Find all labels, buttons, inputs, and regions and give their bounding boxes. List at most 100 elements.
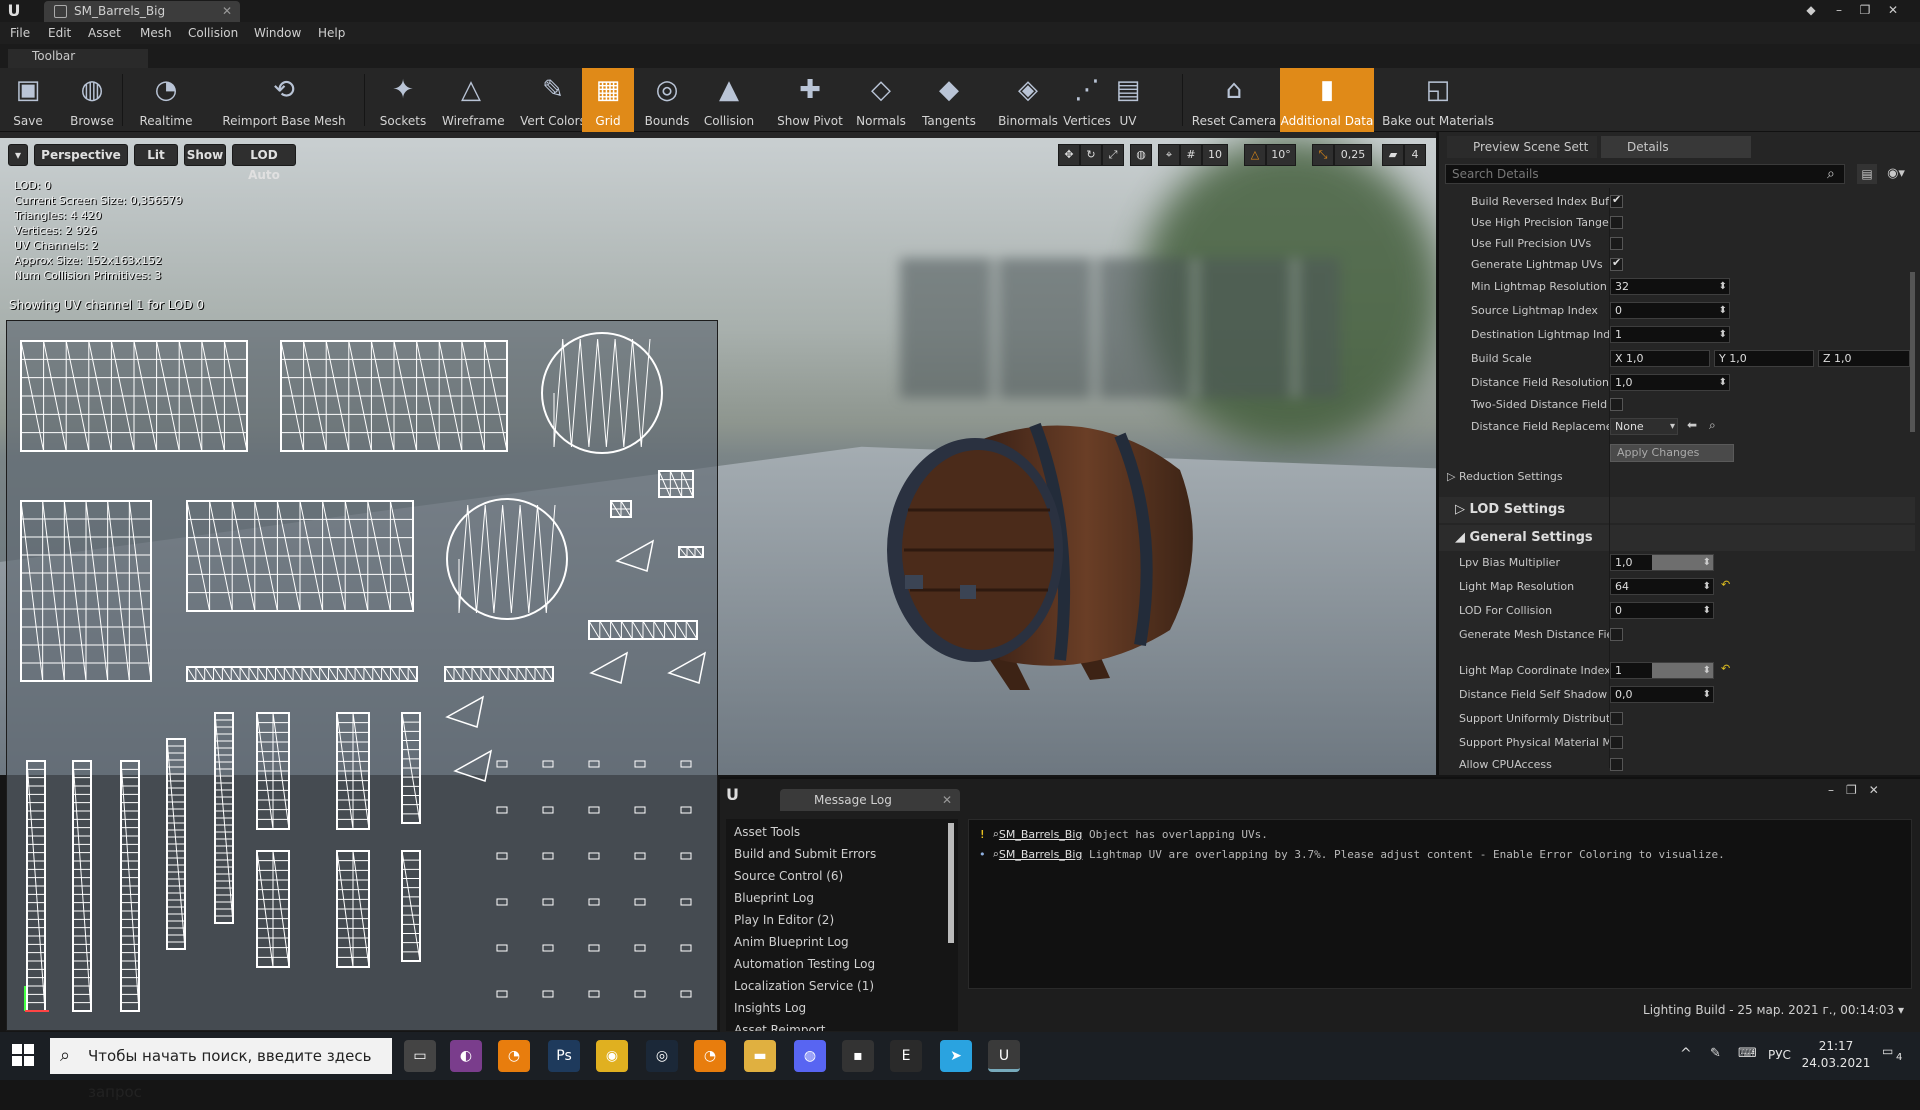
toolbar-show-pivot-button[interactable]: ✚ Show Pivot xyxy=(768,68,852,132)
epic-games-icon[interactable]: E xyxy=(890,1040,922,1072)
log-category-item[interactable]: Build and Submit Errors xyxy=(734,847,876,861)
steam-icon[interactable]: ◎ xyxy=(646,1040,678,1072)
log-category-item[interactable]: Source Control (6) xyxy=(734,869,843,883)
rotate-icon[interactable]: ↻ xyxy=(1080,144,1102,166)
pen-icon[interactable]: ✎ xyxy=(1710,1046,1721,1061)
lod-button[interactable]: LOD Auto xyxy=(232,144,296,182)
unreal-icon[interactable]: U xyxy=(988,1040,1020,1072)
details-search-input[interactable]: Search Details xyxy=(1445,164,1845,184)
log-category-item[interactable]: Blueprint Log xyxy=(734,891,814,905)
category-scrollbar[interactable] xyxy=(948,823,954,943)
document-tab[interactable]: SM_Barrels_Big ✕ xyxy=(44,1,240,22)
show-button[interactable]: Show xyxy=(184,144,226,166)
toolbar-additional-data-button[interactable]: ▮ Additional Data xyxy=(1280,68,1374,132)
menu-file[interactable]: File xyxy=(10,26,30,40)
apply-changes-button[interactable]: Apply Changes xyxy=(1610,444,1734,462)
windows-start-icon[interactable] xyxy=(12,1044,34,1066)
property-checkbox[interactable] xyxy=(1610,712,1623,725)
toolbar-reset-camera-button[interactable]: ⌂ Reset Camera xyxy=(1190,68,1278,132)
toolbar-realtime-button[interactable]: ◔ Realtime xyxy=(134,68,198,132)
menu-help[interactable]: Help xyxy=(318,26,345,40)
log-category-item[interactable]: Asset Reimport xyxy=(734,1023,825,1031)
general-settings-section[interactable]: ◢ General Settings xyxy=(1439,525,1915,551)
toolbar-sockets-button[interactable]: ✦ Sockets xyxy=(374,68,432,132)
property-checkbox[interactable] xyxy=(1610,736,1623,749)
blender-icon[interactable]: ◔ xyxy=(498,1040,530,1072)
menu-asset[interactable]: Asset xyxy=(88,26,121,40)
property-checkbox[interactable] xyxy=(1610,237,1623,250)
property-checkbox[interactable] xyxy=(1610,193,1623,208)
reset-to-default-icon[interactable]: ↶ xyxy=(1721,662,1730,675)
toolbar-normals-button[interactable]: ◇ Normals xyxy=(854,68,908,132)
log-category-item[interactable]: Anim Blueprint Log xyxy=(734,935,849,949)
lit-button[interactable]: Lit xyxy=(134,144,178,166)
chevron-up-icon[interactable]: ^ xyxy=(1680,1046,1692,1062)
property-checkbox[interactable] xyxy=(1610,216,1623,229)
scale-snap-value[interactable]: 0,25 xyxy=(1334,144,1372,166)
toolbar-save-button[interactable]: ▣ Save xyxy=(6,68,50,132)
property-checkbox[interactable] xyxy=(1610,758,1623,771)
panel-window-buttons[interactable]: –❐✕ xyxy=(1828,783,1908,797)
close-icon[interactable]: ✕ xyxy=(942,789,952,811)
toolbar-uv-button[interactable]: ▤ UV xyxy=(1104,68,1152,132)
surface-snap-icon[interactable]: ⌖ xyxy=(1158,144,1180,166)
message-log-tab[interactable]: Message Log ✕ xyxy=(780,789,960,811)
grid-snap-icon[interactable]: # xyxy=(1180,144,1202,166)
toolbar-binormals-button[interactable]: ◈ Binormals xyxy=(994,68,1062,132)
property-number-input[interactable]: 1 ⬍ xyxy=(1610,326,1730,343)
camera-speed-value[interactable]: 4 xyxy=(1404,144,1426,166)
log-filter-dropdown[interactable]: Lighting Build - 25 мар. 2021 г., 00:14:… xyxy=(1643,1003,1904,1017)
toolbar-browse-button[interactable]: ◍ Browse xyxy=(64,68,120,132)
browse-icon[interactable]: ⌕ xyxy=(1709,418,1716,433)
camera-speed-icon[interactable]: ▰ xyxy=(1382,144,1404,166)
property-checkbox[interactable] xyxy=(1610,398,1623,411)
property-checkbox[interactable] xyxy=(1610,256,1623,271)
chrome-icon[interactable]: ◉ xyxy=(596,1040,628,1072)
notification-icon[interactable]: ◆ xyxy=(1802,2,1820,18)
minimize-button[interactable]: – xyxy=(1830,2,1848,18)
taskbar-search-input[interactable]: ⌕ Чтобы начать поиск, введите здесь запр… xyxy=(50,1038,392,1101)
toolbar-wireframe-button[interactable]: △ Wireframe xyxy=(442,68,505,132)
eye-icon[interactable]: ◉▾ xyxy=(1881,164,1911,184)
log-category-item[interactable]: Insights Log xyxy=(734,1001,806,1015)
view-options-icon[interactable]: ▤ xyxy=(1857,164,1877,184)
build-scale-y-input[interactable]: Y 1,0 xyxy=(1714,350,1814,367)
keyboard-icon[interactable]: ⌨ xyxy=(1738,1046,1757,1061)
property-number-input[interactable]: 0 ⬍ xyxy=(1610,302,1730,319)
viewport-options-button[interactable]: ▾ xyxy=(8,144,28,166)
close-window-button[interactable]: ✕ xyxy=(1884,2,1902,18)
property-number-input[interactable]: 1,0 ⬍ xyxy=(1610,374,1730,391)
terminal-icon[interactable]: ▪ xyxy=(842,1040,874,1072)
toolbar-grid-button[interactable]: ▦ Grid xyxy=(582,68,634,132)
tab-details[interactable]: Details xyxy=(1601,136,1751,158)
reset-to-default-icon[interactable]: ↶ xyxy=(1721,578,1730,591)
property-slider[interactable]: 1 ⬍ xyxy=(1610,662,1714,679)
toolbar-tangents-button[interactable]: ◆ Tangents xyxy=(916,68,982,132)
maximize-button[interactable]: ❐ xyxy=(1856,2,1874,18)
build-scale-x-input[interactable]: X 1,0 xyxy=(1610,350,1710,367)
toolbar-bake-out-materials-button[interactable]: ◱ Bake out Materials xyxy=(1378,68,1498,132)
toolbar-reimport-base-mesh-button[interactable]: ⟲ Reimport Base Mesh xyxy=(204,68,364,132)
coordinate-space-icon[interactable]: ◍ xyxy=(1130,144,1152,166)
menu-mesh[interactable]: Mesh xyxy=(140,26,172,40)
build-scale-z-input[interactable]: Z 1,0 xyxy=(1818,350,1910,367)
telegram-icon[interactable]: ➤ xyxy=(940,1040,972,1072)
property-number-input[interactable]: 64 ⬍ xyxy=(1610,578,1714,595)
scale-icon[interactable]: ⤢ xyxy=(1102,144,1124,166)
arrow-left-icon[interactable]: ⬅ xyxy=(1687,418,1697,432)
log-category-item[interactable]: Localization Service (1) xyxy=(734,979,874,993)
log-source-link[interactable]: SM_Barrels_Big xyxy=(999,828,1083,841)
tab-preview-scene-settings[interactable]: Preview Scene Sett xyxy=(1447,136,1597,158)
log-source-link[interactable]: SM_Barrels_Big xyxy=(999,848,1083,861)
translate-icon[interactable]: ✥ xyxy=(1058,144,1080,166)
rotation-snap-icon[interactable]: △ xyxy=(1244,144,1266,166)
discord-icon[interactable]: ◍ xyxy=(794,1040,826,1072)
log-category-item[interactable]: Play In Editor (2) xyxy=(734,913,834,927)
notifications-icon[interactable]: ▭ 4 xyxy=(1882,1044,1908,1068)
log-category-item[interactable]: Asset Tools xyxy=(734,825,800,839)
scale-snap-icon[interactable]: ⤡ xyxy=(1312,144,1334,166)
menu-collision[interactable]: Collision xyxy=(188,26,238,40)
property-number-input[interactable]: 32 ⬍ xyxy=(1610,278,1730,295)
menu-window[interactable]: Window xyxy=(254,26,301,40)
details-scrollbar[interactable] xyxy=(1910,272,1915,432)
